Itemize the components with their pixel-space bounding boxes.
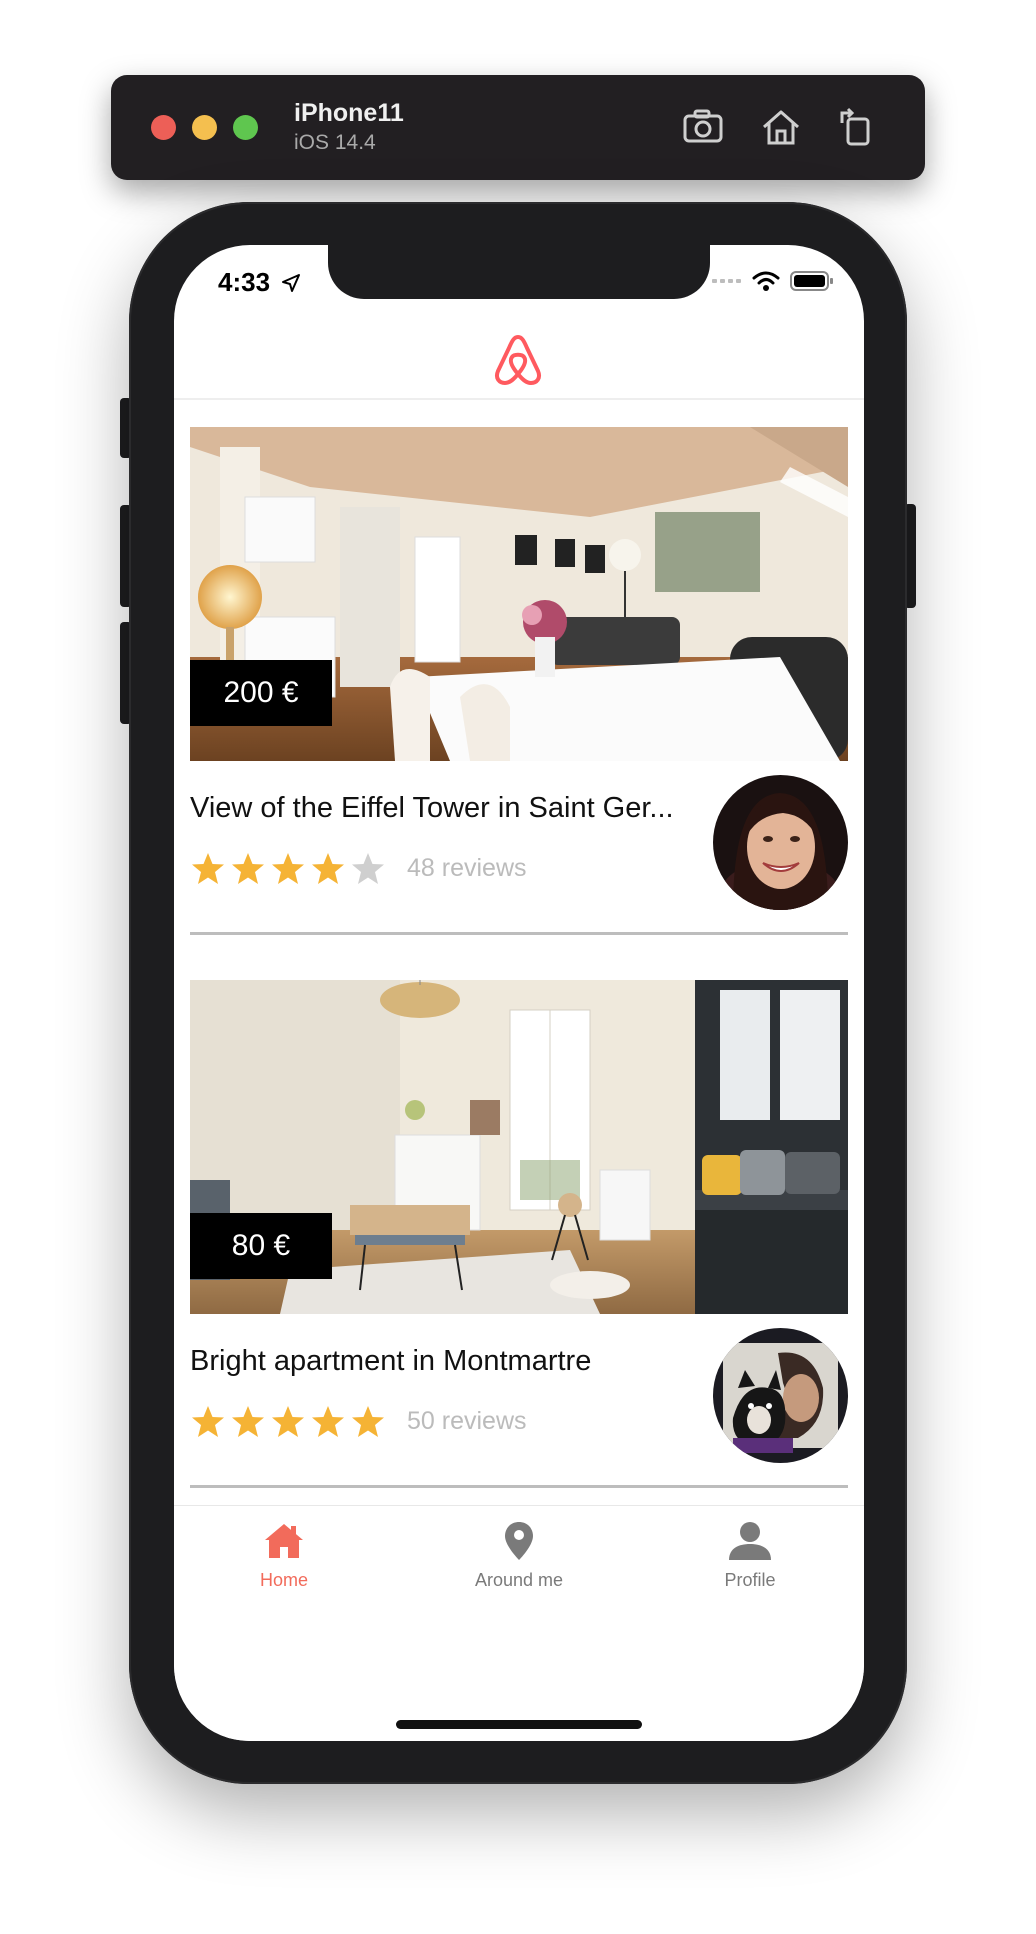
home-indicator[interactable]	[396, 1720, 642, 1729]
host-avatar-photo	[713, 1328, 848, 1463]
star-filled-icon	[232, 853, 264, 884]
tab-profile[interactable]: Profile	[670, 1516, 830, 1596]
host-avatar[interactable]	[713, 1328, 848, 1463]
rating-stars	[190, 1402, 386, 1442]
star-filled-icon	[192, 1406, 224, 1437]
price-tag: 80 €	[190, 1213, 332, 1279]
notch	[328, 245, 710, 299]
listing-title[interactable]: View of the Eiffel Tower in Saint Ger...	[190, 792, 690, 825]
tab-home[interactable]: Home	[204, 1516, 364, 1596]
card-divider	[190, 1485, 848, 1488]
home-icon	[265, 1524, 303, 1558]
wifi-icon	[752, 271, 780, 291]
listings-feed[interactable]: 200 € View of the Eiffel Tower in Saint …	[174, 400, 864, 1505]
listing-card[interactable]: 200 € View of the Eiffel Tower in Saint …	[190, 427, 848, 937]
star-empty-icon	[352, 853, 384, 884]
review-count: 50 reviews	[407, 1407, 527, 1435]
os-version: iOS 14.4	[294, 131, 376, 154]
rating-stars	[190, 849, 386, 889]
host-avatar[interactable]	[713, 775, 848, 910]
airbnb-logo-icon[interactable]	[492, 333, 544, 387]
host-avatar-photo	[713, 775, 848, 910]
screenshot-camera-icon[interactable]	[681, 105, 725, 149]
star-filled-icon	[352, 1406, 384, 1437]
home-button-icon[interactable]	[759, 105, 803, 149]
price-tag: 200 €	[190, 660, 332, 726]
window-minimize-button[interactable]	[192, 115, 217, 140]
tab-label-around-me: Around me	[474, 1570, 564, 1590]
location-arrow-icon	[282, 274, 301, 292]
listing-card[interactable]: 80 € Bright apartment in Montmartre 50 r…	[190, 980, 848, 1490]
status-indicators	[712, 269, 834, 293]
cellular-signal-icon	[712, 279, 741, 283]
tab-label-home: Home	[259, 1570, 308, 1590]
window-zoom-button[interactable]	[233, 115, 258, 140]
phone-screen: 4:33 200 € View of the Eiffel Tower in S…	[174, 245, 864, 1741]
device-name: iPhone11	[294, 99, 404, 127]
status-time: 4:33	[218, 267, 301, 298]
user-icon	[729, 1522, 771, 1560]
window-close-button[interactable]	[151, 115, 176, 140]
star-filled-icon	[312, 853, 344, 884]
tab-label-profile: Profile	[724, 1570, 776, 1590]
star-filled-icon	[272, 853, 304, 884]
star-filled-icon	[312, 1406, 344, 1437]
tab-bar: Home Around me Profile	[174, 1505, 864, 1741]
battery-icon	[790, 271, 833, 291]
star-filled-icon	[192, 853, 224, 884]
listing-title[interactable]: Bright apartment in Montmartre	[190, 1345, 690, 1378]
card-divider	[190, 932, 848, 935]
star-filled-icon	[232, 1406, 264, 1437]
status-time-text: 4:33	[218, 267, 271, 297]
location-pin-icon	[505, 1522, 533, 1560]
rotate-device-icon[interactable]	[833, 105, 877, 149]
star-filled-icon	[272, 1406, 304, 1437]
review-count: 48 reviews	[407, 854, 527, 882]
tab-around-me[interactable]: Around me	[439, 1516, 599, 1596]
simulator-toolbar: iPhone11 iOS 14.4	[111, 75, 925, 180]
